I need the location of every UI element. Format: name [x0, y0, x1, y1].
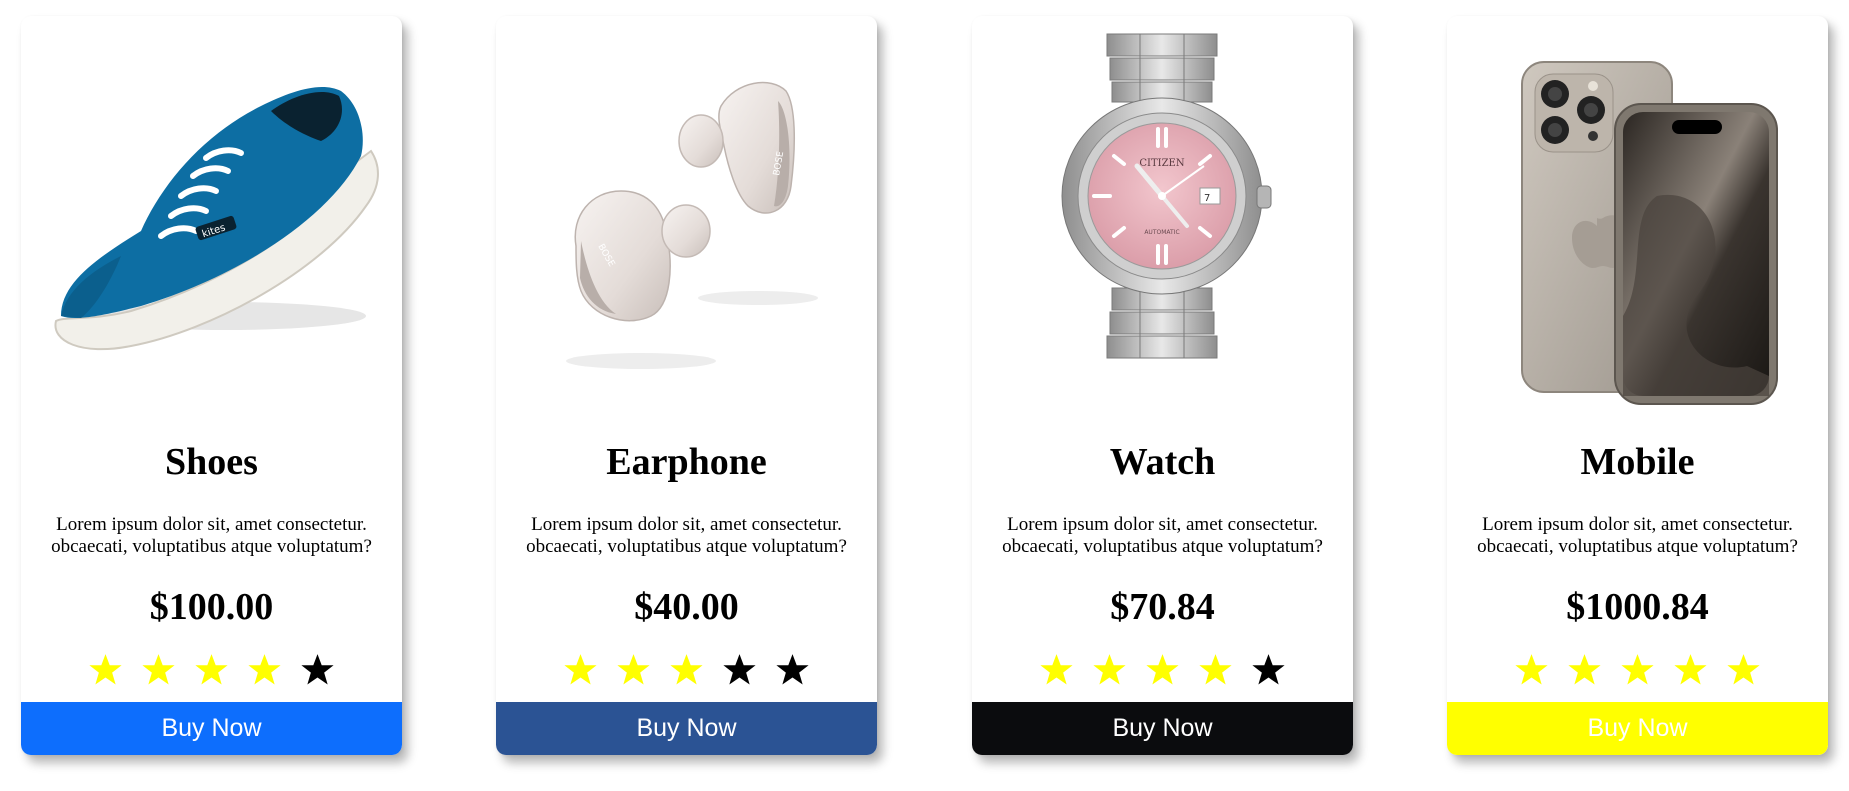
buy-now-button[interactable]: Buy Now — [21, 702, 402, 755]
product-card-shoes: kites Shoes Lorem ipsum dolor sit, amet … — [21, 16, 402, 755]
star-filled-icon — [564, 654, 597, 685]
star-filled-icon — [1146, 654, 1179, 685]
product-card-grid: kites Shoes Lorem ipsum dolor sit, amet … — [0, 0, 1849, 791]
star-rating — [972, 652, 1353, 700]
star-empty-icon — [1252, 654, 1285, 685]
star-filled-icon — [1568, 654, 1601, 685]
svg-text:7: 7 — [1204, 193, 1210, 204]
earbuds-icon: BOSE BOSE — [496, 16, 877, 406]
watch-brand-text: CITIZEN — [1139, 158, 1184, 169]
product-title: Mobile — [1580, 441, 1695, 483]
product-description: Lorem ipsum dolor sit, amet consectetur.… — [1002, 514, 1323, 557]
star-filled-icon — [1199, 654, 1232, 685]
buy-now-button[interactable]: Buy Now — [1447, 702, 1828, 755]
product-description: Lorem ipsum dolor sit, amet consectetur.… — [51, 514, 372, 557]
star-filled-icon — [617, 654, 650, 685]
product-description: Lorem ipsum dolor sit, amet consectetur.… — [1477, 514, 1798, 557]
product-card-earphone: BOSE BOSE Earphone Lorem ipsum dolor sit… — [496, 16, 877, 755]
star-filled-icon — [1093, 654, 1126, 685]
star-filled-icon — [89, 654, 122, 685]
phone-icon — [1447, 16, 1828, 406]
product-price: $1000.84 — [1566, 586, 1709, 628]
star-filled-icon — [248, 654, 281, 685]
product-price: $70.84 — [1110, 586, 1215, 628]
star-filled-icon — [142, 654, 175, 685]
star-rating — [21, 652, 402, 700]
watch-sub-text: AUTOMATIC — [1144, 229, 1179, 236]
star-filled-icon — [1040, 654, 1073, 685]
star-filled-icon — [1674, 654, 1707, 685]
star-filled-icon — [1727, 654, 1760, 685]
product-card-watch: 7 CITIZEN AUTOMATIC Watch Lorem ipsum do… — [972, 16, 1353, 755]
product-title: Earphone — [606, 441, 767, 483]
star-empty-icon — [776, 654, 809, 685]
star-empty-icon — [301, 654, 334, 685]
product-title: Shoes — [165, 441, 258, 483]
star-empty-icon — [723, 654, 756, 685]
star-filled-icon — [1621, 654, 1654, 685]
product-price: $100.00 — [149, 586, 274, 628]
product-description: Lorem ipsum dolor sit, amet consectetur.… — [526, 514, 847, 557]
watch-icon: 7 CITIZEN AUTOMATIC — [972, 16, 1353, 406]
shoe-icon: kites — [21, 16, 402, 406]
star-rating — [496, 652, 877, 700]
buy-now-button[interactable]: Buy Now — [972, 702, 1353, 755]
product-title: Watch — [1109, 441, 1216, 483]
star-filled-icon — [1515, 654, 1548, 685]
buy-now-button[interactable]: Buy Now — [496, 702, 877, 755]
product-price: $40.00 — [634, 586, 739, 628]
star-rating — [1447, 652, 1828, 700]
star-filled-icon — [195, 654, 228, 685]
product-card-mobile: Mobile Lorem ipsum dolor sit, amet conse… — [1447, 16, 1828, 755]
star-filled-icon — [670, 654, 703, 685]
